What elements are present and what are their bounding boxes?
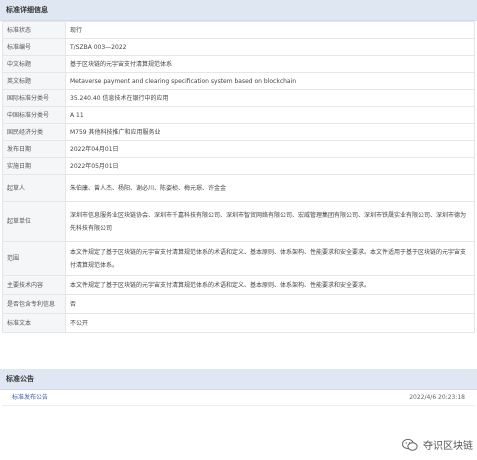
notice-row[interactable]: 标准发布公告 2022/4/6 20:23:18 (2, 390, 475, 406)
row-key: 国际标准分类号 (2, 89, 66, 107)
row-key: 是否包含专利信息 (2, 294, 66, 314)
row-value: 深圳市信息服务业区块链协会、深圳市千嘉科技有限公司、深圳市智贸网络有限公司、宏威… (65, 201, 475, 242)
table-row: 主要技术内容 本文件规定了基于区块链的元宇宙支付清算规范体系的术语和定义、基本原则… (2, 275, 475, 295)
row-key: 标准文本 (2, 313, 66, 333)
row-key: 起草单位 (2, 201, 66, 242)
table-row: 标准编号 T/SZBA 003—2022 (2, 38, 475, 56)
table-row: 起草人 朱伯康、曾人杰、杨阳、谢必川、陈姿桢、梅元璟、许金金 (2, 174, 475, 202)
table-row: 中国标准分类号 A 11 (2, 106, 475, 124)
notice-link[interactable]: 标准发布公告 (12, 390, 48, 405)
row-value: M759 其他科技推广和应用服务业 (65, 123, 475, 141)
table-row: 中文标题 基于区块链的元宇宙支付清算规范体系 (2, 55, 475, 73)
table-row: 国际标准分类号 35.240.40 信息技术在银行中的应用 (2, 89, 475, 107)
table-row: 发布日期 2022年04月01日 (2, 140, 475, 158)
table-row: 起草单位 深圳市信息服务业区块链协会、深圳市千嘉科技有限公司、深圳市智贸网络有限公… (2, 201, 475, 242)
row-value: T/SZBA 003—2022 (65, 38, 475, 56)
row-key: 发布日期 (2, 140, 66, 158)
wechat-icon (402, 438, 418, 451)
table-row: 英文标题 Metaverse payment and clearing speci… (2, 72, 475, 90)
row-key: 中国标准分类号 (2, 106, 66, 124)
row-value: 不公开 (65, 313, 475, 333)
row-key: 英文标题 (2, 72, 66, 90)
row-value: 本文件规定了基于区块链的元宇宙支付清算规范体系的术语和定义、基本原则、体系架构、… (65, 275, 475, 295)
table-row: 是否包含专利信息否 (2, 294, 475, 314)
row-value: 现行 (65, 21, 475, 39)
row-key: 起草人 (2, 174, 66, 202)
row-value: 2022年05月01日 (65, 157, 475, 175)
table-row: 标准状态 现行 (2, 21, 475, 39)
row-value: 2022年04月01日 (65, 140, 475, 158)
row-key: 实施日期 (2, 157, 66, 175)
row-key: 中文标题 (2, 55, 66, 73)
row-value: 本文件规定了基于区块链的元宇宙支付清算规范体系的术语和定义、基本原则、体系架构、… (65, 241, 475, 276)
detail-panel: 标准详细信息 标准状态 现行 标准编号 T/SZBA 003—2022 中文标题 基于… (0, 0, 477, 333)
row-value: 否 (65, 294, 475, 314)
watermark-text: 夺识区块链 (423, 441, 473, 452)
row-value: A 11 (65, 106, 475, 124)
table-row: 标准文本 不公开 (2, 313, 475, 333)
notice-date: 2022/4/6 20:23:18 (409, 394, 465, 401)
row-key: 标准状态 (2, 21, 66, 39)
row-key: 主要技术内容 (2, 275, 66, 295)
row-value: Metaverse payment and clearing specifica… (65, 72, 475, 90)
watermark: 夺识区块链 (402, 437, 473, 452)
table-row: 范围 本文件规定了基于区块链的元宇宙支付清算规范体系的术语和定义、基本原则、体系架… (2, 241, 475, 276)
row-key: 标准编号 (2, 38, 66, 56)
detail-table: 标准状态 现行 标准编号 T/SZBA 003—2022 中文标题 基于区块链的元宇宙… (2, 21, 475, 333)
table-row: 国民经济分类 M759 其他科技推广和应用服务业 (2, 123, 475, 141)
row-value: 朱伯康、曾人杰、杨阳、谢必川、陈姿桢、梅元璟、许金金 (65, 174, 475, 202)
notice-header: 标准公告 (0, 369, 477, 390)
row-key: 国民经济分类 (2, 123, 66, 141)
row-value: 35.240.40 信息技术在银行中的应用 (65, 89, 475, 107)
detail-header: 标准详细信息 (0, 0, 477, 21)
row-key: 范围 (2, 241, 66, 276)
row-value: 基于区块链的元宇宙支付清算规范体系 (65, 55, 475, 73)
table-row: 实施日期 2022年05月01日 (2, 157, 475, 175)
